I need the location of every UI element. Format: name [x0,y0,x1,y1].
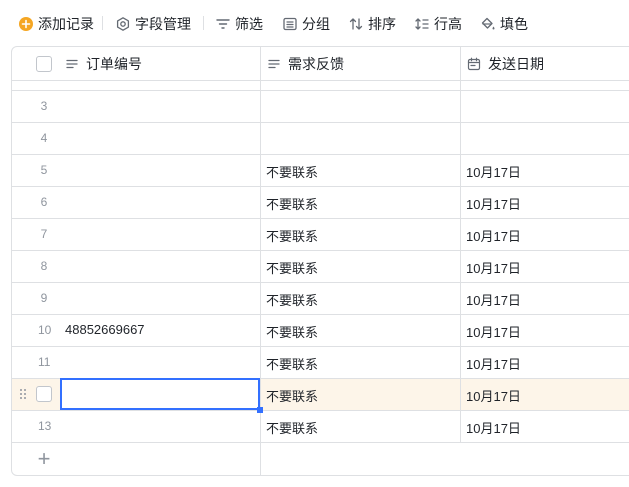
table-row[interactable]: 7 不要联系 10月17日 [12,218,629,250]
table-row[interactable]: 13 不要联系 10月17日 [12,410,629,442]
calendar-icon [467,57,481,71]
row-number: 3 [40,99,48,113]
fill-color-button[interactable]: 填色 [480,14,528,34]
add-record-label: 添加记录 [38,16,94,32]
sort-button[interactable]: 排序 [348,14,396,34]
date-cell[interactable]: 10月17日 [466,418,521,437]
add-record-button[interactable]: 添加记录 [18,14,94,34]
feedback-cell[interactable]: 不要联系 [266,290,318,309]
row-height-icon [415,18,429,30]
sort-label: 排序 [368,16,396,32]
date-cell[interactable]: 10月17日 [466,226,521,245]
filter-button[interactable]: 筛选 [215,14,263,34]
gear-icon [116,17,130,31]
row-height-label: 行高 [434,16,462,32]
group-label: 分组 [302,16,330,32]
row-number: 10 [38,323,52,337]
row-number: 7 [40,227,48,241]
date-cell[interactable]: 10月17日 [466,162,521,181]
column-header-label: 订单编号 [86,55,142,72]
toolbar-divider [102,16,103,30]
table-row[interactable]: 9 不要联系 10月17日 [12,282,629,314]
text-lines-icon [66,59,78,69]
date-cell[interactable]: 10月17日 [466,258,521,277]
date-cell[interactable]: 10月17日 [466,290,521,309]
plus-circle-icon [19,17,33,31]
column-header-label: 发送日期 [488,55,544,72]
filter-label: 筛选 [235,16,263,32]
feedback-cell[interactable]: 不要联系 [266,258,318,277]
date-cell[interactable]: 10月17日 [466,354,521,373]
date-cell[interactable]: 10月17日 [466,194,521,213]
row-height-button[interactable]: 行高 [414,14,462,34]
drag-handle-icon[interactable] [20,389,26,399]
row-number: 5 [40,163,48,177]
feedback-cell[interactable]: 不要联系 [266,162,318,181]
row-number: 4 [40,131,48,145]
sort-icon [349,18,363,30]
column-header-send-date[interactable]: 发送日期 [461,47,629,80]
table-row[interactable]: 3 [12,90,629,122]
text-lines-icon [268,59,280,69]
group-button[interactable]: 分组 [282,14,330,34]
row-checkbox[interactable] [36,386,52,402]
field-manage-button[interactable]: 字段管理 [115,14,191,34]
field-manage-label: 字段管理 [135,16,191,32]
column-header-label: 需求反馈 [288,55,344,72]
table-row[interactable]: 8 不要联系 10月17日 [12,250,629,282]
row-number: 6 [40,195,48,209]
filter-icon [216,19,230,29]
feedback-cell[interactable]: 不要联系 [266,386,318,405]
table-row[interactable]: 11 不要联系 10月17日 [12,346,629,378]
column-header-feedback[interactable]: 需求反馈 [261,47,461,80]
row-number: 8 [40,259,48,273]
row-number: 11 [38,355,51,369]
group-icon [283,17,297,31]
row-divider [12,442,629,443]
select-all-checkbox[interactable] [36,56,52,72]
column-header-order-number[interactable]: 订单编号 [12,47,260,80]
paint-bucket-icon [481,17,495,30]
feedback-cell[interactable]: 不要联系 [266,418,318,437]
toolbar-divider [203,16,204,30]
feedback-cell[interactable]: 不要联系 [266,194,318,213]
table-row[interactable]: 5 不要联系 10月17日 [12,154,629,186]
fill-color-label: 填色 [500,16,528,32]
data-table: 订单编号 需求反馈 发送日期 3 4 5 不要联系 10月17日 6 不要联系 … [11,46,629,476]
row-number: 13 [38,419,52,433]
order-number-cell-editor[interactable] [60,378,260,410]
feedback-cell[interactable]: 不要联系 [266,226,318,245]
date-cell[interactable]: 10月17日 [466,322,521,341]
date-cell[interactable]: 10月17日 [466,386,521,405]
table-row[interactable]: 10 48852669667 不要联系 10月17日 [12,314,629,346]
order-number-cell[interactable]: 48852669667 [65,322,145,337]
table-row[interactable]: 6 不要联系 10月17日 [12,186,629,218]
header-divider [12,80,629,81]
feedback-cell[interactable]: 不要联系 [266,354,318,373]
table-row-active[interactable]: 不要联系 10月17日 [12,378,629,413]
toolbar: 添加记录 字段管理 筛选 分组 排序 行高 填色 [0,0,629,46]
feedback-cell[interactable]: 不要联系 [266,322,318,341]
row-number: 9 [40,291,48,305]
add-row-button[interactable]: + [32,447,56,471]
table-row[interactable]: 4 [12,122,629,154]
